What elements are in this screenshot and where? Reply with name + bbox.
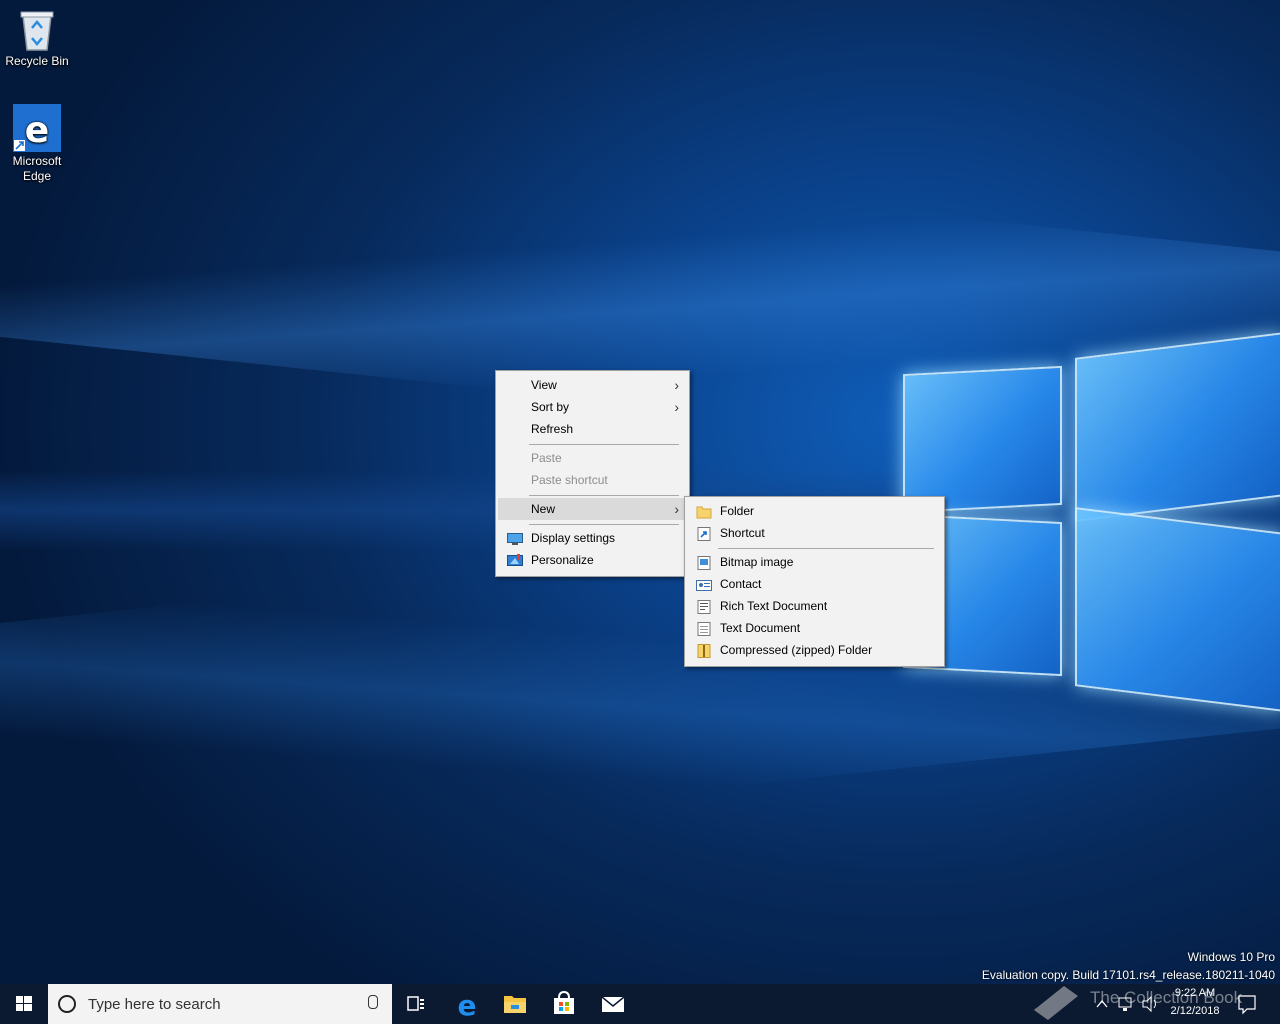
menu-item-label: Bitmap image [720,555,794,569]
desktop-icon-microsoft-edge[interactable]: e Microsoft Edge [0,104,74,184]
start-button[interactable] [0,984,48,1024]
submenu-item-folder[interactable]: Folder [687,500,942,522]
task-view-icon [407,996,424,1011]
menu-item-label: Rich Text Document [720,599,828,613]
windows-edition-watermark: Windows 10 Pro [1187,950,1275,964]
desktop-icon-label: Edge [22,169,52,183]
svg-text:e: e [25,110,49,151]
menu-separator [529,495,679,496]
desktop-icon-label: Microsoft [12,154,62,168]
chevron-right-icon: › [674,399,679,415]
taskbar-edge-button[interactable]: e [442,984,490,1024]
taskbar-search-box[interactable]: Type here to search [48,984,392,1024]
menu-item-label: Text Document [720,621,801,635]
bitmap-icon [696,555,712,570]
submenu-item-contact[interactable]: Contact [687,573,942,595]
menu-item-paste[interactable]: Paste [498,447,687,469]
build-watermark: Evaluation copy. Build 17101.rs4_release… [981,968,1275,982]
menu-item-label: Sort by [531,400,570,414]
file-explorer-icon [504,996,526,1013]
taskbar-store-button[interactable] [540,984,588,1024]
zip-folder-icon [696,643,712,658]
menu-separator [529,524,679,525]
search-placeholder: Type here to search [88,996,221,1013]
microphone-icon[interactable] [368,995,378,1009]
desktop-context-menu: View › Sort by › Refresh Paste Paste sho… [495,370,690,577]
personalize-icon [507,553,523,567]
task-view-button[interactable] [392,984,440,1024]
display-icon [507,531,523,545]
rich-text-icon [696,599,712,614]
new-submenu: Folder Shortcut Bitmap image Contact Ric… [684,496,945,667]
menu-item-label: Refresh [531,422,574,436]
menu-item-personalize[interactable]: Personalize [498,549,687,571]
mail-icon [601,996,625,1012]
menu-item-label: Contact [720,577,762,591]
cortana-icon [58,995,76,1013]
menu-item-label: Folder [720,504,755,518]
menu-item-sort-by[interactable]: Sort by › [498,396,687,418]
menu-item-label: View [531,378,557,392]
folder-icon [696,504,712,519]
desktop-icon-label: Recycle Bin [5,54,69,68]
recycle-bin-icon [18,8,56,52]
submenu-item-rich-text-document[interactable]: Rich Text Document [687,595,942,617]
menu-item-label: Display settings [531,531,616,545]
chevron-right-icon: › [674,377,679,393]
windows-logo-pane [1075,332,1280,522]
menu-item-label: Compressed (zipped) Folder [720,643,873,657]
svg-text:e: e [458,989,477,1022]
menu-item-label: Paste [531,451,562,465]
menu-item-view[interactable]: View › [498,374,687,396]
menu-item-display-settings[interactable]: Display settings [498,527,687,549]
submenu-item-bitmap-image[interactable]: Bitmap image [687,551,942,573]
shortcut-icon [696,526,712,541]
taskbar-mail-button[interactable] [589,984,637,1024]
chevron-right-icon: › [674,501,679,517]
taskbar: Type here to search e 9:22 AM 2/12/2018 [0,984,1280,1024]
collection-book-watermark: The Collection Book [1090,988,1243,1007]
menu-item-label: Paste shortcut [531,473,608,487]
taskbar-file-explorer-button[interactable] [491,984,539,1024]
windows-start-icon [16,996,32,1011]
menu-item-new[interactable]: New › [498,498,687,520]
submenu-item-compressed-folder[interactable]: Compressed (zipped) Folder [687,639,942,661]
menu-item-label: Shortcut [720,526,765,540]
desktop-icon-recycle-bin[interactable]: Recycle Bin [0,8,74,69]
windows-logo-pane [903,365,1062,514]
store-icon [554,990,574,1014]
menu-separator [718,548,934,549]
contact-icon [696,577,712,591]
menu-item-label: New [531,502,556,516]
submenu-item-text-document[interactable]: Text Document [687,617,942,639]
menu-separator [529,444,679,445]
menu-item-paste-shortcut[interactable]: Paste shortcut [498,469,687,491]
edge-icon: e [13,104,61,152]
submenu-item-shortcut[interactable]: Shortcut [687,522,942,544]
text-document-icon [696,621,712,636]
menu-item-label: Personalize [531,553,594,567]
book-watermark-icon [1030,980,1082,1022]
edge-icon: e [458,989,477,1022]
menu-item-refresh[interactable]: Refresh [498,418,687,440]
windows-logo-pane [1075,507,1280,712]
